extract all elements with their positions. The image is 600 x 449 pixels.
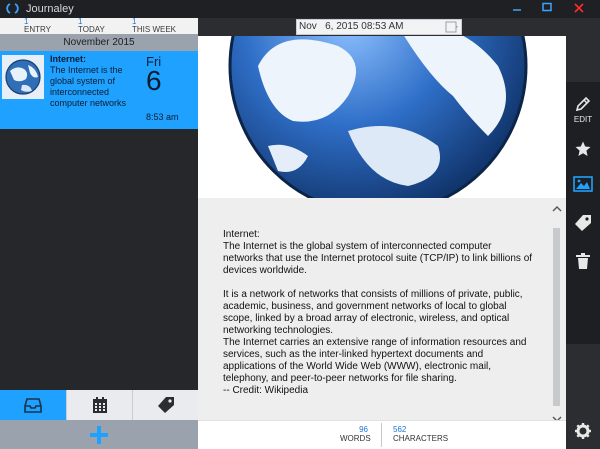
entry-preview: The Internet is the global system of int… [50, 65, 127, 108]
window-title: Journaley [26, 3, 74, 15]
view-tabs [0, 390, 198, 420]
tab-entries[interactable] [0, 390, 66, 420]
entry-text-area[interactable]: Internet: The Internet is the global sys… [198, 198, 566, 422]
stats-bar: 1 ENTRY 1 TODAY 1 THIS WEEK [0, 18, 198, 34]
inbox-icon [24, 398, 42, 413]
maximize-icon [542, 2, 552, 12]
entry-date-field[interactable]: Nov 6, 2015 08:53 AM [296, 19, 462, 35]
word-count-bar: 96 WORDS 562 CHARACTERS [198, 420, 566, 449]
stat-entry: 1 ENTRY [24, 18, 51, 34]
maximize-button[interactable] [534, 0, 560, 18]
minimize-button[interactable] [504, 0, 530, 18]
stat-entry-label: ENTRY [24, 25, 51, 34]
stat-this-week: 1 THIS WEEK [132, 18, 176, 34]
minimize-icon [513, 9, 521, 11]
entry-body-paragraph: Internet: The Internet is the global sys… [223, 229, 533, 276]
add-icon [90, 425, 108, 444]
entry-date-value: Nov 6, 2015 08:53 AM [299, 21, 404, 32]
tag-icon [575, 215, 591, 231]
entry-thumbnail [2, 55, 44, 99]
entry-photo [198, 36, 566, 198]
calendar-icon [92, 397, 107, 413]
stat-today: 1 TODAY [78, 18, 105, 34]
edit-button[interactable]: EDIT [566, 92, 600, 130]
entry-editor: Nov 6, 2015 08:53 AM Internet: The Inter… [198, 18, 566, 449]
tab-tags[interactable] [132, 390, 198, 420]
tag-icon [157, 397, 174, 413]
add-entry-button[interactable] [0, 420, 198, 449]
list-item[interactable]: Internet: The Internet is the global sys… [0, 51, 198, 129]
left-footer [0, 390, 198, 449]
stat-week-label: THIS WEEK [132, 25, 177, 34]
stat-today-label: TODAY [78, 25, 105, 34]
entry-body: Internet: The Internet is the global sys… [223, 229, 533, 397]
photo-button[interactable] [566, 176, 600, 200]
favorite-button[interactable] [566, 140, 600, 164]
edit-label: EDIT [573, 115, 593, 124]
month-header: November 2015 [0, 34, 198, 51]
date-bar: Nov 6, 2015 08:53 AM [198, 18, 566, 36]
gear-icon [575, 423, 591, 439]
tag-button[interactable] [566, 214, 600, 238]
scroll-up-icon[interactable] [550, 204, 564, 214]
scroll-thumb[interactable] [553, 228, 560, 406]
journaley-logo-icon [6, 3, 19, 14]
words-label: WORDS [340, 434, 371, 443]
star-icon [575, 141, 591, 156]
words-value: 96 [359, 425, 368, 434]
characters-label: CHARACTERS [393, 434, 449, 443]
title-bar: Journaley [0, 0, 600, 18]
divider [381, 423, 382, 447]
entry-time: 8:53 am [146, 112, 179, 122]
right-toolbar: EDIT [566, 18, 600, 449]
calendar-picker-icon[interactable] [445, 21, 459, 33]
tab-calendar[interactable] [66, 390, 132, 420]
pencil-icon [575, 96, 591, 112]
characters-count: 562 CHARACTERS [393, 425, 448, 443]
image-icon [573, 176, 593, 192]
entry-title: Internet: [50, 54, 86, 64]
entry-body-paragraph: It is a network of networks that consist… [223, 289, 527, 396]
close-icon [574, 3, 584, 13]
entry-date: 6 [146, 65, 162, 96]
characters-value: 562 [393, 425, 407, 434]
entry-list-panel: 1 ENTRY 1 TODAY 1 THIS WEEK November 201… [0, 18, 198, 449]
trash-icon [576, 253, 590, 269]
settings-button[interactable] [566, 422, 600, 446]
close-button[interactable] [566, 0, 592, 18]
words-count: 96 WORDS [340, 425, 371, 443]
delete-button[interactable] [566, 252, 600, 276]
scrollbar[interactable] [550, 204, 564, 424]
